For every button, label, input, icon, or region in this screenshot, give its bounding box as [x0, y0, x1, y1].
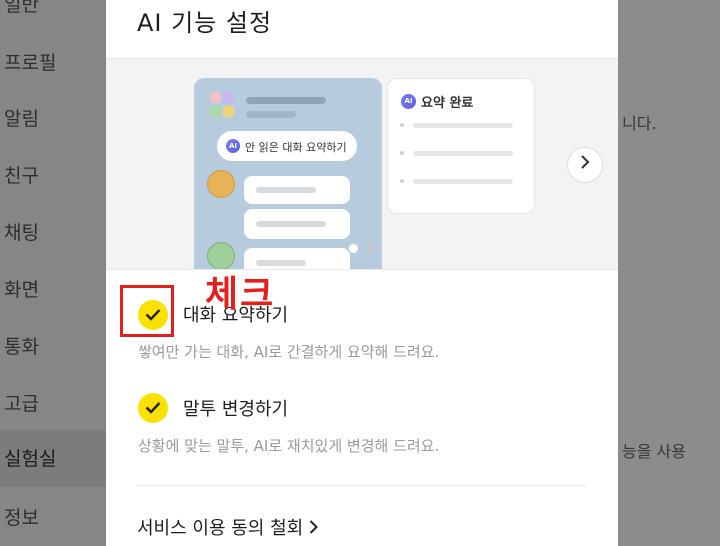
chat-bubble	[244, 209, 350, 239]
summarize-description: 쌓여만 가는 대화, AI로 간결하게 요약해 드려요.	[138, 343, 440, 361]
placeholder-line	[246, 97, 326, 104]
ai-badge-icon: AI	[226, 139, 240, 153]
summary-line	[400, 123, 520, 129]
tone-change-checkbox[interactable]	[138, 393, 168, 423]
pager-dot-active	[349, 244, 358, 253]
summary-preview-card: AI 요약 완료	[387, 78, 535, 214]
pager-dot	[367, 245, 374, 252]
chat-preview-image: AI 안 읽은 대화 요약하기	[194, 78, 382, 269]
annotation-highlight-box	[120, 285, 174, 337]
tone-change-description: 상황에 맞는 말투, AI로 재치있게 변경해 드려요.	[138, 437, 440, 455]
withdraw-consent-link[interactable]: 서비스 이용 동의 철회	[137, 514, 318, 540]
avatar	[207, 170, 235, 198]
checkmark-icon	[145, 402, 161, 414]
ai-settings-dialog: AI 기능 설정 AI 안 읽은 대화 요약하기 AI 요약 완료 대화 요약하…	[106, 0, 618, 546]
dialog-title: AI 기능 설정	[137, 9, 273, 37]
chat-room-icon	[208, 92, 238, 120]
ai-badge-icon: AI	[401, 94, 416, 109]
summarize-unread-pill: AI 안 읽은 대화 요약하기	[217, 131, 357, 161]
chevron-right-icon	[581, 155, 590, 169]
tone-change-label[interactable]: 말투 변경하기	[183, 395, 288, 421]
pill-label: 안 읽은 대화 요약하기	[245, 141, 347, 154]
chevron-right-icon	[309, 520, 318, 534]
placeholder-line	[246, 111, 296, 118]
next-slide-button[interactable]	[567, 147, 603, 183]
summary-line	[400, 179, 520, 185]
annotation-label: 체크	[205, 274, 276, 315]
feature-preview: AI 안 읽은 대화 요약하기 AI 요약 완료	[106, 58, 618, 270]
chat-bubble	[244, 176, 350, 204]
summary-title: 요약 완료	[421, 96, 474, 111]
divider	[138, 485, 586, 486]
summary-line	[400, 151, 520, 157]
withdraw-label: 서비스 이용 동의 철회	[137, 518, 304, 539]
